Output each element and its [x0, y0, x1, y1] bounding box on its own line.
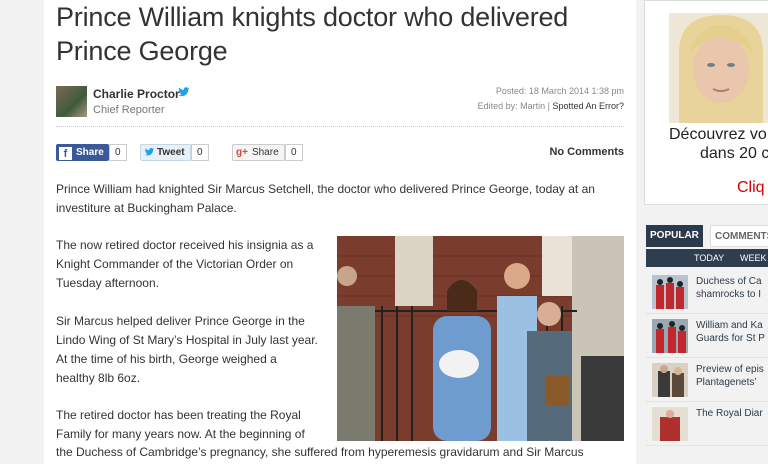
- subtab-today[interactable]: TODAY: [694, 249, 724, 267]
- posted-date: Posted: 18 March 2014 1:38 pm: [495, 86, 624, 96]
- tweet-count: 0: [191, 144, 209, 161]
- paragraph-3: Sir Marcus helped deliver Prince George …: [56, 314, 318, 385]
- facebook-icon: f: [59, 147, 72, 160]
- list-item-line-2: shamrocks to I: [696, 289, 762, 300]
- facebook-share-label: Share: [76, 147, 104, 158]
- paragraph-5: the Duchess of Cambridge’s pregnancy, sh…: [56, 445, 584, 459]
- spotted-error-link[interactable]: Spotted An Error?: [552, 101, 624, 111]
- thumbnail: [652, 319, 688, 353]
- list-item[interactable]: The Royal Diar: [646, 402, 768, 446]
- author-avatar[interactable]: [56, 86, 87, 117]
- facebook-share-count: 0: [109, 144, 127, 161]
- list-item-title: William and Ka Guards for St P: [696, 319, 765, 345]
- gplus-share-label: Share: [251, 147, 279, 158]
- list-item-line-1: The Royal Diar: [696, 408, 763, 419]
- list-item[interactable]: Duchess of Ca shamrocks to I: [646, 270, 768, 314]
- subtab-week[interactable]: WEEK: [740, 249, 767, 267]
- tab-comments[interactable]: COMMENTS: [710, 225, 768, 247]
- title-line-1: Prince William knights doctor who delive…: [56, 2, 569, 32]
- edited-by: Edited by: Martin | Spotted An Error?: [478, 101, 624, 111]
- thumbnail: [652, 407, 688, 441]
- paragraph-2: The now retired doctor received his insi…: [56, 238, 314, 290]
- author-role: Chief Reporter: [93, 104, 165, 116]
- gplus-share-button[interactable]: g+ Share: [232, 144, 285, 161]
- author-name[interactable]: Charlie Proctor: [93, 87, 180, 101]
- royal-couple-photo: [337, 236, 624, 441]
- title-line-2: Prince George: [56, 36, 228, 66]
- ad-portrait-photo: [669, 13, 768, 123]
- ad-text-line-1: Découvrez vo: [669, 126, 767, 143]
- tab-popular[interactable]: POPULAR: [646, 225, 703, 247]
- no-comments-link[interactable]: No Comments: [549, 146, 624, 158]
- list-item-title: Duchess of Ca shamrocks to I: [696, 275, 762, 301]
- list-item-line-2: Plantagenets’: [696, 377, 757, 388]
- ad-text-line-2: dans 20 c: [700, 145, 768, 162]
- paragraph-1: Prince William had knighted Sir Marcus S…: [56, 182, 595, 215]
- list-item[interactable]: William and Ka Guards for St P: [646, 314, 768, 358]
- advertisement[interactable]: Découvrez vo dans 20 c Cliq: [644, 0, 768, 205]
- list-item-title: The Royal Diar: [696, 407, 763, 420]
- list-item-line-1: Duchess of Ca: [696, 276, 762, 287]
- article-main: Prince William knights doctor who delive…: [44, 0, 636, 464]
- list-item-line-1: Preview of epis: [696, 364, 764, 375]
- tweet-label: Tweet: [157, 147, 185, 158]
- list-item[interactable]: Preview of epis Plantagenets’: [646, 358, 768, 402]
- byline: Charlie Proctor Chief Reporter Posted: 1…: [56, 84, 624, 120]
- edited-by-text: Edited by: Martin |: [477, 101, 553, 111]
- thumbnail: [652, 275, 688, 309]
- twitter-bird-icon[interactable]: [178, 86, 190, 98]
- article-photo[interactable]: [337, 236, 624, 441]
- sidebar-subtabs: TODAY WEEK: [646, 249, 768, 267]
- list-item-title: Preview of epis Plantagenets’: [696, 363, 764, 389]
- sidebar-tabs: POPULAR COMMENTS: [646, 225, 768, 247]
- list-item-line-1: William and Ka: [696, 320, 763, 331]
- divider: [56, 126, 624, 127]
- paragraph-4: The retired doctor has been treating the…: [56, 408, 305, 441]
- thumbnail: [652, 363, 688, 397]
- share-bar: f Share 0 Tweet 0 g+ Share 0 No Comments: [56, 144, 624, 162]
- tweet-button[interactable]: Tweet: [140, 144, 191, 161]
- gplus-count: 0: [285, 144, 303, 161]
- list-item-line-2: Guards for St P: [696, 333, 765, 344]
- article-title: Prince William knights doctor who delive…: [56, 0, 624, 68]
- ad-cta[interactable]: Cliq: [737, 179, 765, 197]
- gplus-icon: g+: [236, 147, 248, 158]
- facebook-share-button[interactable]: f Share: [56, 144, 109, 161]
- twitter-icon: [144, 148, 155, 156]
